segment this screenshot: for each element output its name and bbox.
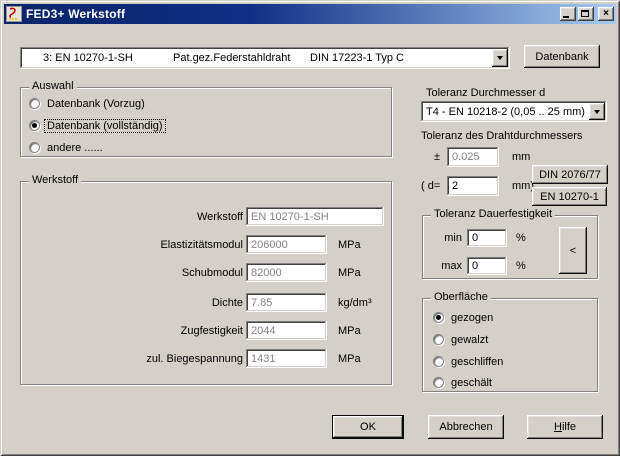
radio-datenbank-vollstaendig-label[interactable]: Datenbank (vollständig)	[45, 120, 165, 132]
min-field[interactable]: 0	[467, 229, 507, 247]
chevron-down-icon	[594, 110, 600, 114]
werkstoff-field-value: EN 10270-1-SH	[251, 211, 329, 223]
schubmodul-unit: MPa	[338, 267, 361, 279]
elastizitaetsmodul-unit: MPa	[338, 239, 361, 251]
material-select-dropdown-button[interactable]	[492, 49, 508, 67]
dialog-werkstoff: FED3+ Werkstoff × 3: EN 10270-1-SH Pat.g…	[0, 0, 620, 456]
max-value: 0	[472, 260, 478, 272]
material-description: Pat.gez.Federstahldraht	[173, 52, 310, 64]
werkstoff-field-label: Werkstoff	[31, 211, 243, 223]
radio-andere[interactable]	[29, 142, 40, 153]
max-field[interactable]: 0	[467, 257, 507, 275]
auswahl-legend: Auswahl	[29, 80, 77, 92]
dichte-field[interactable]: 7.85	[246, 293, 327, 312]
schubmodul-field[interactable]: 82000	[246, 263, 327, 282]
din-2076-button[interactable]: DIN 2076/77	[532, 165, 608, 184]
d-wert-value: 2	[452, 180, 458, 192]
oberflaeche-group: Oberfläche gezogen gewalzt geschliffen g…	[422, 298, 598, 392]
elastizitaetsmodul-value: 206000	[251, 239, 288, 251]
ok-button[interactable]: OK	[332, 415, 404, 439]
biegespannung-label: zul. Biegespannung	[31, 353, 243, 365]
toleranz-durchmesser-dropdown-button[interactable]	[589, 103, 605, 120]
d-wert-field[interactable]: 2	[447, 176, 499, 196]
close-button[interactable]: ×	[598, 7, 614, 21]
elastizitaetsmodul-field[interactable]: 206000	[246, 235, 327, 254]
auswahl-group: Auswahl Datenbank (Vorzug) Datenbank (vo…	[20, 87, 392, 157]
schubmodul-value: 82000	[251, 267, 282, 279]
werkstoff-legend: Werkstoff	[29, 174, 81, 186]
toleranz-wert-unit: mm	[512, 151, 530, 163]
material-standard: DIN 17223-1 Typ C	[310, 52, 404, 64]
zugfestigkeit-field[interactable]: 2044	[246, 321, 327, 340]
toleranz-durchmesser-select[interactable]: T4 - EN 10218-2 (0,05 .. 25 mm)	[421, 101, 607, 122]
biegespannung-unit: MPa	[338, 353, 361, 365]
zugfestigkeit-unit: MPa	[338, 325, 361, 337]
toleranz-durchmesser-value: T4 - EN 10218-2 (0,05 .. 25 mm)	[426, 106, 585, 118]
material-number: 3: EN 10270-1-SH	[25, 52, 173, 64]
min-unit: %	[516, 232, 526, 244]
zugfestigkeit-value: 2044	[251, 325, 275, 337]
radio-datenbank-vorzug-label[interactable]: Datenbank (Vorzug)	[47, 98, 145, 110]
copy-tolerance-button[interactable]: <	[559, 227, 587, 274]
max-label: max	[437, 260, 462, 272]
maximize-icon	[581, 10, 589, 17]
radio-datenbank-vorzug[interactable]	[29, 98, 40, 109]
toleranz-durchmesser-label: Toleranz Durchmesser d	[426, 87, 545, 99]
elastizitaetsmodul-label: Elastizitätsmodul	[31, 239, 243, 251]
radio-geschliffen[interactable]	[433, 356, 444, 367]
radio-gezogen-label[interactable]: gezogen	[451, 312, 493, 324]
drahtdurchmesser-toleranz-label: Toleranz des Drahtdurchmessers	[421, 130, 582, 142]
hilfe-button[interactable]: Hilfe	[527, 415, 603, 439]
oberflaeche-legend: Oberfläche	[431, 291, 491, 303]
werkstoff-group: Werkstoff Werkstoff EN 10270-1-SH Elasti…	[20, 181, 392, 385]
dichte-value: 7.85	[251, 297, 272, 309]
d-label: ( d=	[421, 180, 440, 192]
abbrechen-button[interactable]: Abbrechen	[428, 415, 504, 439]
schubmodul-label: Schubmodul	[31, 267, 243, 279]
app-spring-icon	[6, 6, 22, 22]
title-bar[interactable]: FED3+ Werkstoff ×	[4, 4, 616, 24]
toleranz-wert-value: 0.025	[452, 151, 480, 163]
dauerfestigkeit-group: Toleranz Dauerfestigkeit min 0 % max 0 %…	[422, 215, 598, 279]
werkstoff-field[interactable]: EN 10270-1-SH	[246, 207, 384, 226]
minimize-button[interactable]	[560, 7, 576, 21]
min-value: 0	[472, 232, 478, 244]
toleranz-wert-field[interactable]: 0.025	[447, 147, 499, 167]
radio-geschaelt-label[interactable]: geschält	[451, 377, 492, 389]
radio-gewalzt-label[interactable]: gewalzt	[451, 334, 488, 346]
dichte-unit: kg/dm³	[338, 297, 372, 309]
close-icon: ×	[603, 9, 609, 19]
biegespannung-value: 1431	[251, 353, 275, 365]
zugfestigkeit-label: Zugfestigkeit	[31, 325, 243, 337]
biegespannung-field[interactable]: 1431	[246, 349, 327, 368]
minimize-icon	[563, 16, 569, 18]
hilfe-accel: H	[554, 421, 562, 433]
hilfe-rest: ilfe	[562, 421, 576, 433]
radio-geschaelt[interactable]	[433, 377, 444, 388]
radio-gewalzt[interactable]	[433, 334, 444, 345]
material-select[interactable]: 3: EN 10270-1-SH Pat.gez.Federstahldraht…	[20, 47, 510, 69]
dichte-label: Dichte	[31, 297, 243, 309]
radio-andere-label[interactable]: andere ......	[47, 142, 103, 154]
chevron-down-icon	[497, 56, 503, 60]
radio-geschliffen-label[interactable]: geschliffen	[451, 356, 503, 368]
radio-datenbank-vollstaendig[interactable]	[29, 120, 40, 131]
datenbank-button[interactable]: Datenbank	[524, 45, 600, 68]
min-label: min	[437, 232, 462, 244]
en-10270-button[interactable]: EN 10270-1	[532, 187, 607, 206]
maximize-button[interactable]	[578, 7, 594, 21]
radio-gezogen[interactable]	[433, 312, 444, 323]
plusminus-label: ±	[434, 151, 440, 163]
window-title: FED3+ Werkstoff	[26, 7, 560, 21]
max-unit: %	[516, 260, 526, 272]
dauerfestigkeit-legend: Toleranz Dauerfestigkeit	[431, 208, 555, 220]
d-wert-unit: mm)	[512, 180, 534, 192]
